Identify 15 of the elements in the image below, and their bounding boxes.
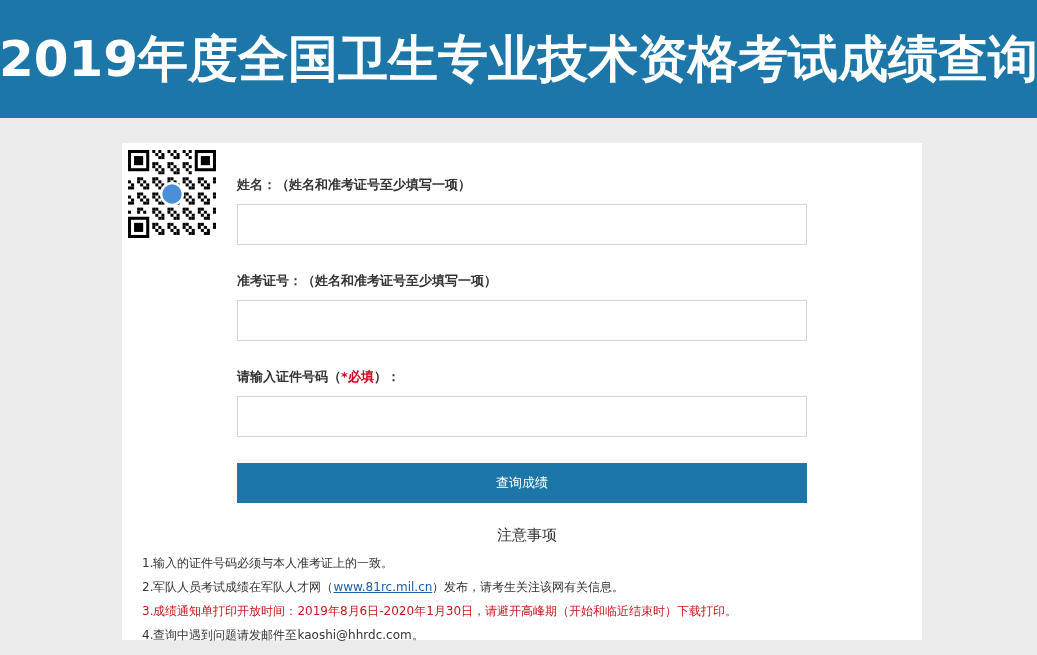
page-title: 2019年度全国卫生专业技术资格考试成绩查询 [0,28,1037,90]
field-label: 请输入证件号码（*必填）： [237,368,401,386]
note-text: 3.成绩通知单打印开放时间：2019年8月6日-2020年1月30日，请避开高峰期（开始和临近结束时）下载打印。 [141,603,739,620]
notes-title: 注意事项 [497,525,557,545]
field-label: 准考证号：（姓名和准考证号至少填写一项） [237,272,498,290]
qr-code-icon [128,150,216,238]
input-field[interactable] [237,204,807,245]
query-button[interactable]: 查询成绩 [237,463,807,503]
input-field[interactable] [237,396,807,437]
note-text: 2.军队人员考试成绩在军队人才网（www.81rc.mil.cn）发布，请考生关注该网有关信息。 [141,579,626,596]
note-text: 1.输入的证件号码必须与本人准考证上的一致。 [141,555,395,572]
input-field[interactable] [237,300,807,341]
field-label: 姓名：（姓名和准考证号至少填写一项） [237,176,472,194]
note-text: 4.查询中遇到问题请发邮件至kaoshi@hhrdc.com。 [141,627,425,644]
website-link[interactable]: www.81rc.mil.cn [333,580,433,594]
